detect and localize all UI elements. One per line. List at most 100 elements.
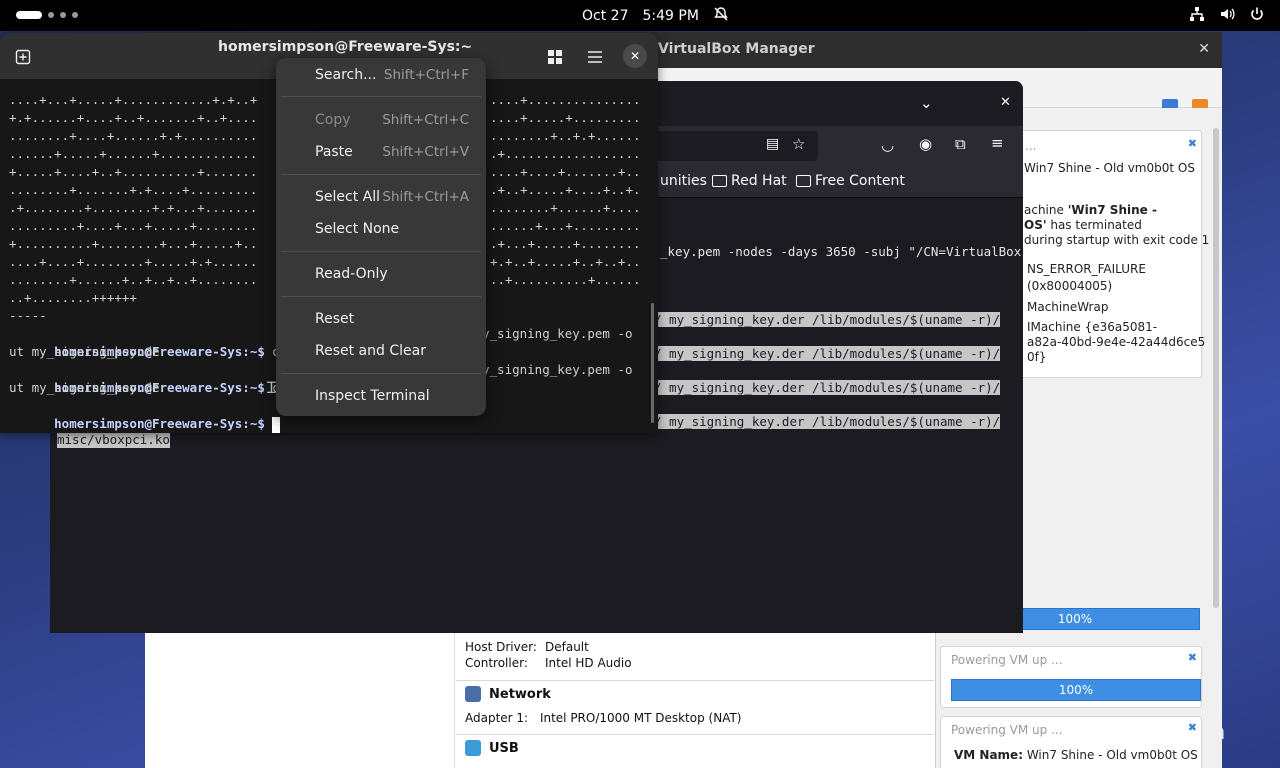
workspace-dot: [60, 12, 66, 18]
command-text: y_signing_key.pem -o: [482, 362, 633, 377]
terminal-prompt-line: homersimpson@Freeware-Sys:~$ open: [9, 361, 302, 395]
network-icon: [465, 686, 481, 702]
notification-scrollbar[interactable]: [1213, 128, 1219, 608]
terminal-line: +.....+....+..+..........+.......: [9, 164, 258, 179]
terminal-line: .+........+........+.+...+.......: [9, 200, 258, 215]
network-icon: [1188, 6, 1206, 26]
terminal-line: ......+.....+......+.............: [9, 146, 258, 161]
terminal-line: ........+.......+.+....+.........: [9, 182, 258, 197]
host-driver-value: Default: [545, 640, 589, 654]
menu-item-label: Select None: [315, 221, 400, 237]
terminal-line: ....+...............: [490, 92, 641, 107]
account-icon[interactable]: ◉: [919, 135, 932, 153]
terminal-line: ........+..+.+......: [490, 128, 641, 143]
network-section-header[interactable]: Network: [465, 686, 551, 702]
prompt: homersimpson@Freeware-Sys:~$: [54, 416, 265, 431]
terminal-line: .........+....+...+.....+........: [9, 218, 258, 233]
time-label: 5:49 PM: [642, 8, 699, 24]
terminal-line: +.+..+.....+..+..+..: [490, 254, 641, 269]
network-header-label: Network: [489, 686, 551, 702]
vbox-close-icon[interactable]: ✕: [1198, 41, 1210, 57]
menu-item-label: Select All: [315, 189, 380, 205]
workspace-active-pill: [16, 11, 42, 19]
menu-item-label: Search...: [315, 67, 377, 83]
notif-close-icon[interactable]: ✖: [1188, 721, 1197, 734]
terminal-line: +..........+........+...+.....+..: [9, 236, 258, 251]
terminal-title: homersimpson@Freeware-Sys:~: [218, 39, 473, 55]
menu-separator: [281, 373, 481, 374]
bookmark-star-icon[interactable]: ☆: [792, 135, 805, 153]
notif-close-icon[interactable]: ✖: [1188, 651, 1197, 664]
notif-msg-part: during startup with exit code 1: [1024, 233, 1210, 247]
menu-item-shortcut: Shift+Ctrl+C: [382, 112, 469, 128]
menu-item-shortcut: Shift+Ctrl+A: [382, 189, 469, 205]
menu-item-reset[interactable]: Reset: [276, 305, 486, 335]
system-tray[interactable]: [1188, 6, 1266, 26]
folder-icon: [796, 175, 811, 187]
activities-indicator[interactable]: [16, 11, 78, 19]
new-tab-icon[interactable]: [11, 45, 35, 69]
menu-item-label: Read-Only: [315, 266, 388, 282]
error-interface: 0f}: [1027, 350, 1047, 364]
menu-item-paste[interactable]: Paste Shift+Ctrl+V: [276, 138, 486, 168]
menu-item-inspect-terminal[interactable]: Inspect Terminal: [276, 382, 486, 412]
top-bar: Oct 27 5:49 PM: [0, 0, 1280, 31]
terminal-prompt-line: homersimpson@Freeware-Sys:~$ open: [9, 325, 302, 359]
adapter-label: Adapter 1:: [465, 711, 529, 725]
menu-separator: [281, 251, 481, 252]
close-icon[interactable]: ✕: [1000, 95, 1011, 110]
bookmark-folder-free-content[interactable]: Free Content: [796, 173, 905, 189]
terminal-line: +.+......+....+..+.......+..+....: [9, 110, 258, 125]
notifications-off-icon: [713, 6, 729, 26]
bookmark-folder-red-hat[interactable]: Red Hat: [712, 173, 787, 189]
pocket-icon[interactable]: ◡: [881, 136, 894, 154]
bookmark-label: Free Content: [815, 173, 905, 189]
hamburger-menu-icon[interactable]: [583, 45, 607, 69]
menu-separator: [281, 174, 481, 175]
code-line-selected: / my_signing_key.der /lib/modules/$(unam…: [654, 414, 1001, 429]
menu-item-select-none[interactable]: Select None: [276, 215, 486, 245]
tab-overview-icon[interactable]: [543, 45, 567, 69]
reader-mode-icon[interactable]: ▤: [766, 136, 779, 152]
controller-value: Intel HD Audio: [545, 656, 632, 670]
vm-name-label: VM Name:: [954, 748, 1023, 762]
notif-close-icon[interactable]: ✖: [1188, 137, 1197, 150]
text-cursor-icon: Ɪ: [267, 378, 276, 397]
menu-icon[interactable]: ≡: [991, 134, 1004, 152]
bookmark-item[interactable]: unities: [660, 173, 707, 189]
terminal-line: ....+.....+.........: [490, 110, 641, 125]
terminal-line: ........+......+....: [490, 200, 641, 215]
terminal-line: ....+....+........+.....+.+......: [9, 254, 258, 269]
terminal-line: -----: [9, 308, 47, 323]
code-line-selected: / my_signing_key.der /lib/modules/$(unam…: [654, 312, 1001, 327]
menu-item-label: Copy: [315, 112, 351, 128]
terminal-scrollbar[interactable]: [651, 303, 654, 423]
code-line-selected: / my_signing_key.der /lib/modules/$(unam…: [654, 346, 1001, 361]
menu-item-copy[interactable]: Copy Shift+Ctrl+C: [276, 106, 486, 136]
error-component: MachineWrap: [1027, 300, 1109, 314]
menu-item-read-only[interactable]: Read-Only: [276, 260, 486, 290]
notif-header: Powering VM up ...: [951, 653, 1063, 667]
vm-name-row: VM Name: Win7 Shine - Old vm0b0t OS: [954, 748, 1198, 762]
terminal-line: ......+...+.........: [490, 218, 641, 233]
terminal-line: .+...+.....+........: [490, 236, 641, 251]
usb-icon: [465, 740, 481, 756]
extensions-icon[interactable]: ⧉: [955, 135, 966, 153]
menu-item-label: Reset and Clear: [315, 343, 426, 359]
menu-item-reset-and-clear[interactable]: Reset and Clear: [276, 337, 486, 367]
menu-item-search[interactable]: Search... Shift+Ctrl+F: [276, 61, 486, 91]
menu-item-select-all[interactable]: Select All Shift+Ctrl+A: [276, 183, 486, 213]
error-interface: IMachine {e36a5081-: [1027, 320, 1158, 334]
menu-item-label: Reset: [315, 311, 355, 327]
menu-item-label: Inspect Terminal: [315, 388, 430, 404]
progress-bar-2: 100%: [951, 679, 1201, 701]
terminal-prompt-line: homersimpson@Freeware-Sys:~$: [9, 397, 281, 433]
menu-separator: [281, 96, 481, 97]
clock[interactable]: Oct 27 5:49 PM: [582, 6, 729, 26]
chevron-down-icon[interactable]: ⌄: [920, 94, 933, 112]
audio-controller-row: Controller: Intel HD Audio: [465, 656, 632, 670]
usb-section-header[interactable]: USB: [465, 740, 519, 756]
adapter-row: Adapter 1: Intel PRO/1000 MT Desktop (NA…: [465, 711, 741, 725]
vm-name-value: Win7 Shine - Old vm0b0t OS: [1026, 748, 1198, 762]
close-icon[interactable]: ✕: [623, 44, 647, 68]
